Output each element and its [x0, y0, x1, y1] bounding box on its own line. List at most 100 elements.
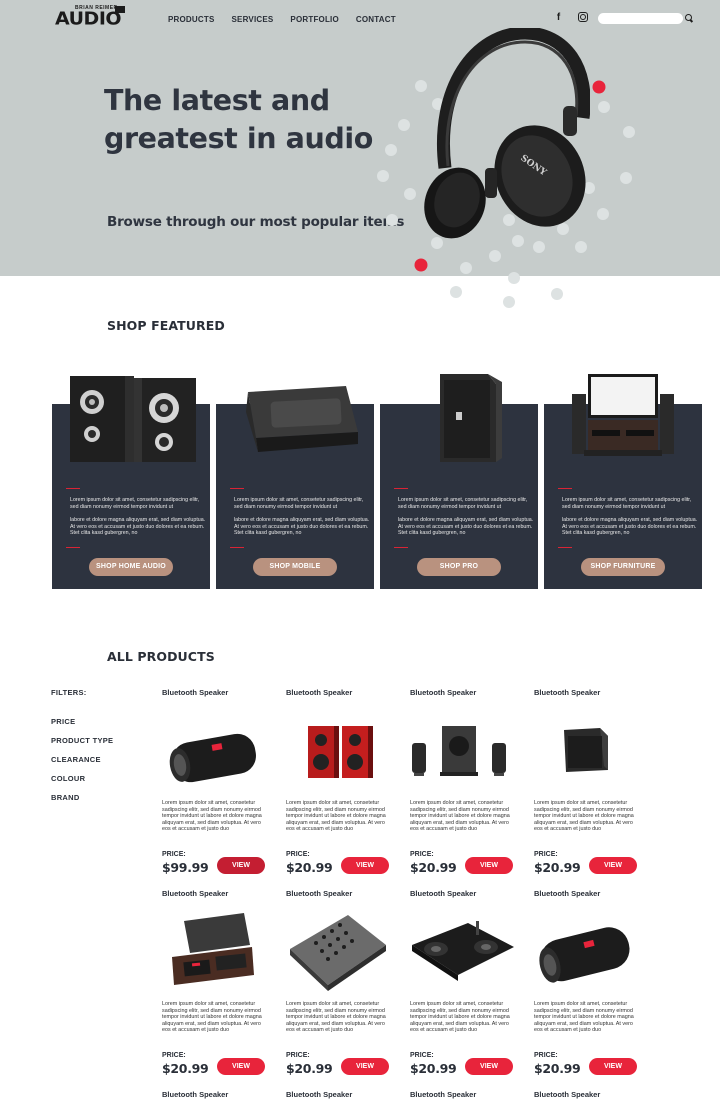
filter-clearance[interactable]: CLEARANCE	[51, 755, 101, 764]
price-label: PRICE:	[410, 1052, 434, 1059]
product-name[interactable]: Bluetooth Speaker	[534, 688, 600, 697]
product-name[interactable]: Bluetooth Speaker	[286, 688, 352, 697]
price-label: PRICE:	[286, 1052, 310, 1059]
product-name[interactable]: Bluetooth Speaker	[286, 1090, 352, 1099]
product-price: $20.99	[286, 1061, 333, 1076]
product-price: $20.99	[410, 860, 457, 875]
product-description: Lorem ipsum dolor sit amet, consetetur s…	[534, 800, 634, 833]
product-description: Lorem ipsum dolor sit amet, consetetur s…	[410, 800, 510, 833]
product-description: Lorem ipsum dolor sit amet, consetetur s…	[410, 1001, 510, 1034]
product-name[interactable]: Bluetooth Speaker	[410, 889, 476, 898]
tv-stand-image	[572, 374, 674, 456]
nav-contact[interactable]: CONTACT	[356, 15, 396, 24]
social-links: f	[553, 12, 588, 23]
card-text-2: labore et dolore magna aliquyam erat, se…	[70, 517, 206, 537]
featured-card: Lorem ipsum dolor sit amet, consetetur s…	[544, 374, 702, 589]
card-accent-line	[230, 547, 244, 549]
pro-speaker-image	[440, 374, 502, 462]
featured-card: Lorem ipsum dolor sit amet, consetetur s…	[380, 374, 538, 589]
jbl-speaker-image	[539, 927, 630, 983]
price-label: PRICE:	[534, 1052, 558, 1059]
product-name[interactable]: Bluetooth Speaker	[162, 889, 228, 898]
card-accent-line	[394, 488, 408, 490]
product-name[interactable]: Bluetooth Speaker	[410, 1090, 476, 1099]
product-name[interactable]: Bluetooth Speaker	[410, 688, 476, 697]
filter-colour[interactable]: COLOUR	[51, 774, 85, 783]
shop-pro-button[interactable]: SHOP PRO	[417, 558, 501, 576]
price-label: PRICE:	[162, 1052, 186, 1059]
view-button[interactable]: VIEW	[217, 857, 265, 874]
filter-product-type[interactable]: PRODUCT TYPE	[51, 736, 113, 745]
card-accent-line	[66, 547, 80, 549]
product-description: Lorem ipsum dolor sit amet, consetetur s…	[286, 1001, 386, 1034]
all-products-title: ALL PRODUCTS	[107, 649, 215, 664]
product-name[interactable]: Bluetooth Speaker	[534, 889, 600, 898]
nav-portfolio[interactable]: PORTFOLIO	[290, 15, 338, 24]
price-label: PRICE:	[534, 851, 558, 858]
headphones-image: SONY	[424, 28, 590, 239]
card-accent-line	[394, 547, 408, 549]
brand-logo[interactable]: BRIAN REIMER AUDIO	[55, 5, 127, 29]
card-accent-line	[558, 488, 572, 490]
view-button[interactable]: VIEW	[217, 1058, 265, 1075]
speakers-image	[70, 376, 196, 462]
main-nav: PRODUCTS SERVICES PORTFOLIO CONTACT	[168, 15, 422, 24]
shop-home-audio-button[interactable]: SHOP HOME AUDIO	[89, 558, 173, 576]
speaker-set-image	[412, 726, 506, 776]
hero-title-line1: The latest and	[104, 84, 330, 117]
card-text-1: Lorem ipsum dolor sit amet, consetetur s…	[70, 497, 200, 510]
featured-card: Lorem ipsum dolor sit amet, consetetur s…	[216, 386, 374, 589]
product-price: $20.99	[534, 1061, 581, 1076]
nav-products[interactable]: PRODUCTS	[168, 15, 215, 24]
nav-services[interactable]: SERVICES	[232, 15, 274, 24]
card-text-1: Lorem ipsum dolor sit amet, consetetur s…	[562, 497, 692, 510]
card-text-1: Lorem ipsum dolor sit amet, consetetur s…	[234, 497, 364, 510]
card-text-2: labore et dolore magna aliquyam erat, se…	[562, 517, 698, 537]
card-text-2: labore et dolore magna aliquyam erat, se…	[398, 517, 534, 537]
view-button[interactable]: VIEW	[589, 1058, 637, 1075]
view-button[interactable]: VIEW	[341, 857, 389, 874]
card-accent-line	[558, 547, 572, 549]
price-label: PRICE:	[410, 851, 434, 858]
product-description: Lorem ipsum dolor sit amet, consetetur s…	[162, 800, 262, 833]
logo-big-text: AUDIO	[55, 8, 122, 30]
featured-card: Lorem ipsum dolor sit amet, consetetur s…	[52, 376, 210, 589]
product-name[interactable]: Bluetooth Speaker	[162, 688, 228, 697]
product-name[interactable]: Bluetooth Speaker	[162, 1090, 228, 1099]
filters-title: FILTERS:	[51, 688, 87, 697]
price-label: PRICE:	[162, 851, 186, 858]
search-input[interactable]	[598, 13, 683, 24]
view-button[interactable]: VIEW	[341, 1058, 389, 1075]
bose-speaker-image	[564, 728, 608, 772]
red-speakers-image	[308, 726, 373, 778]
product-description: Lorem ipsum dolor sit amet, consetetur s…	[286, 800, 386, 833]
jbl-speaker-image	[169, 733, 256, 783]
product-price: $20.99	[162, 1061, 209, 1076]
product-name[interactable]: Bluetooth Speaker	[534, 1090, 600, 1099]
view-button[interactable]: VIEW	[465, 857, 513, 874]
search-icon[interactable]	[685, 14, 693, 22]
shop-mobile-button[interactable]: SHOP MOBILE	[253, 558, 337, 576]
product-price: $20.99	[534, 860, 581, 875]
featured-title: SHOP FEATURED	[107, 318, 225, 333]
turntable-image	[172, 913, 254, 985]
card-accent-line	[66, 488, 80, 490]
product-price: $99.99	[162, 860, 209, 875]
view-button[interactable]: VIEW	[589, 857, 637, 874]
facebook-icon[interactable]: f	[553, 12, 564, 23]
product-name[interactable]: Bluetooth Speaker	[286, 889, 352, 898]
filter-brand[interactable]: BRAND	[51, 793, 80, 802]
bluetooth-speaker-image	[246, 386, 358, 452]
product-description: Lorem ipsum dolor sit amet, consetetur s…	[534, 1001, 634, 1034]
filter-price[interactable]: PRICE	[51, 717, 75, 726]
product-price: $20.99	[286, 860, 333, 875]
product-description: Lorem ipsum dolor sit amet, consetetur s…	[162, 1001, 262, 1034]
shop-furniture-button[interactable]: SHOP FURNITURE	[581, 558, 665, 576]
hero-subtitle: Browse through our most popular items	[107, 214, 405, 230]
instagram-icon[interactable]	[578, 12, 588, 22]
product-price: $20.99	[410, 1061, 457, 1076]
hero-banner: BRIAN REIMER AUDIO PRODUCTS SERVICES POR…	[0, 0, 720, 276]
card-text-2: labore et dolore magna aliquyam erat, se…	[234, 517, 370, 537]
card-text-1: Lorem ipsum dolor sit amet, consetetur s…	[398, 497, 528, 510]
view-button[interactable]: VIEW	[465, 1058, 513, 1075]
